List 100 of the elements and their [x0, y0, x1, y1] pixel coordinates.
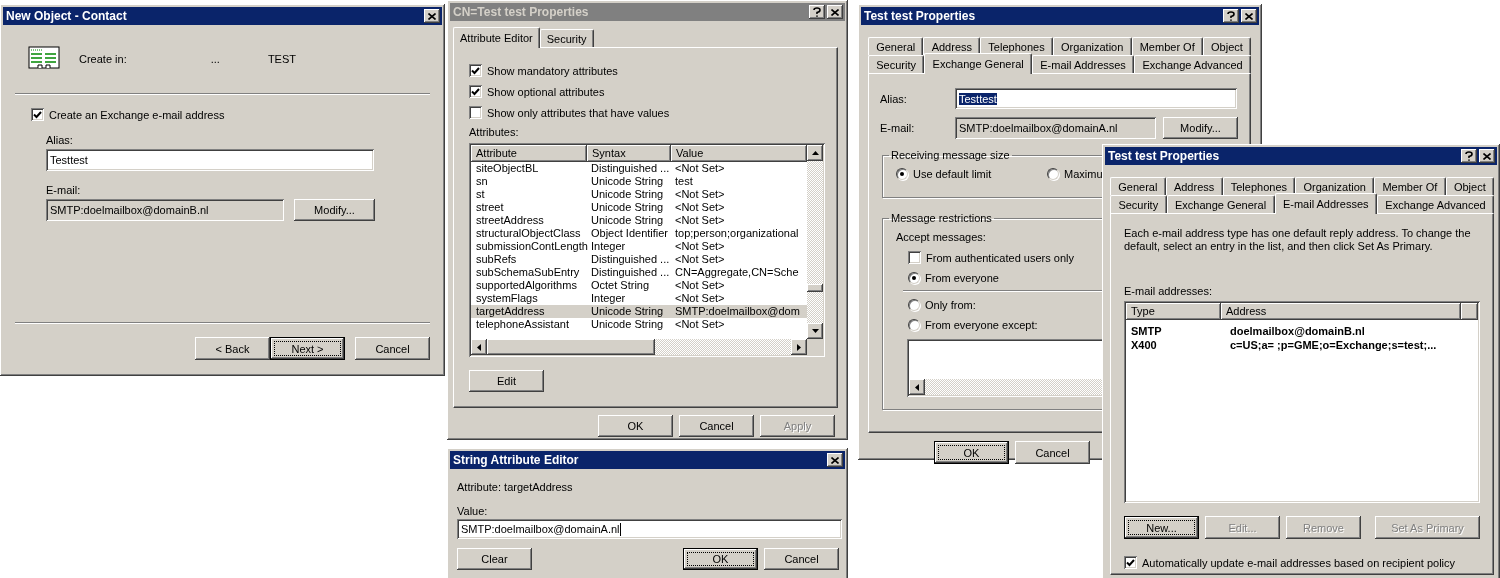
table-row[interactable]: targetAddress Unicode String SMTP:doelmailbox@dom: [471, 305, 807, 318]
table-cell-text: <Not Set>: [674, 162, 726, 175]
window-title: CN=Test test Properties: [453, 5, 590, 19]
table-cell-text: Octet String: [590, 279, 651, 292]
alias-field[interactable]: Testtest: [955, 88, 1237, 109]
close-button[interactable]: [1479, 149, 1495, 163]
table-row[interactable]: subSchemaSubEntry Distinguished ... CN=Aggregate,CN=Sche: [471, 266, 807, 279]
radio-button[interactable]: [908, 319, 920, 331]
table-cell-text: Unicode String: [590, 201, 665, 214]
column-header[interactable]: [1461, 303, 1478, 320]
horizontal-scrollbar[interactable]: [471, 339, 807, 355]
tab[interactable]: Security: [1110, 195, 1167, 213]
column-header[interactable]: Syntax: [587, 145, 671, 162]
column-header[interactable]: Attribute: [471, 145, 587, 162]
table-cell-text: street: [475, 201, 505, 214]
vertical-scrollbar[interactable]: [807, 145, 823, 339]
dialog-button[interactable]: Cancel: [355, 337, 430, 360]
scroll-up-button[interactable]: [807, 145, 823, 161]
scroll-thumb[interactable]: [487, 339, 655, 355]
checkbox[interactable]: [469, 85, 482, 98]
table-cell-text: CN=Aggregate,CN=Sche: [674, 266, 800, 279]
scroll-left-button[interactable]: [909, 379, 925, 395]
dialog-button[interactable]: Cancel: [679, 415, 754, 437]
tab[interactable]: Security: [868, 55, 925, 73]
tab[interactable]: Exchange General: [1166, 195, 1275, 213]
table-row[interactable]: sn Unicode String test: [471, 175, 807, 188]
tab[interactable]: Attribute Editor: [453, 27, 540, 48]
scroll-down-button[interactable]: [807, 323, 823, 339]
tab[interactable]: Object: [1445, 177, 1494, 195]
checkbox[interactable]: [908, 251, 921, 264]
checkbox[interactable]: [31, 108, 44, 121]
group-label: Message restrictions: [890, 212, 993, 224]
table-row[interactable]: submissionContLength Integer <Not Set>: [471, 240, 807, 253]
checkbox[interactable]: [469, 64, 482, 77]
radio-button[interactable]: [908, 272, 920, 284]
close-button[interactable]: [827, 5, 843, 19]
help-button[interactable]: [809, 5, 825, 19]
radio-button[interactable]: [896, 168, 908, 180]
tab[interactable]: Exchange General: [924, 53, 1032, 74]
tab[interactable]: E-mail Addresses: [1274, 193, 1377, 214]
checkbox[interactable]: [469, 106, 482, 119]
tab[interactable]: Address: [1165, 177, 1223, 195]
horizontal-scrollbar[interactable]: [909, 379, 1105, 395]
table-row[interactable]: siteObjectBL Distinguished ... <Not Set>: [471, 162, 807, 175]
table-row[interactable]: structuralObjectClass Object Identifier top;person;organizational: [471, 227, 807, 240]
table-cell-text: X400: [1130, 338, 1158, 352]
modify-button[interactable]: Modify...: [294, 199, 375, 221]
table-row[interactable]: streetAddress Unicode String <Not Set>: [471, 214, 807, 227]
tab[interactable]: Telephones: [1222, 177, 1296, 195]
table-row[interactable]: street Unicode String <Not Set>: [471, 201, 807, 214]
table-cell-text: structuralObjectClass: [475, 227, 582, 240]
table-row[interactable]: subRefs Distinguished ... <Not Set>: [471, 253, 807, 266]
dialog-button[interactable]: OK: [598, 415, 673, 437]
modify-button[interactable]: Modify...: [1163, 117, 1238, 139]
table-row[interactable]: telephoneAssistant Unicode String <Not Set>: [471, 318, 807, 331]
tab[interactable]: E-mail Addresses: [1032, 55, 1135, 73]
tab[interactable]: General: [1110, 177, 1166, 195]
email-field[interactable]: SMTP:doelmailbox@domainA.nl: [955, 117, 1156, 139]
clear-button[interactable]: Clear: [457, 548, 532, 570]
tab[interactable]: General: [868, 37, 924, 55]
tab[interactable]: Exchange Advanced: [1134, 55, 1252, 73]
close-button[interactable]: [1241, 9, 1257, 23]
edit-button[interactable]: Edit: [469, 370, 544, 392]
tab[interactable]: Object: [1202, 37, 1252, 55]
email-field[interactable]: SMTP:doelmailbox@domainB.nl: [46, 199, 284, 221]
dialog-button[interactable]: Cancel: [764, 548, 839, 570]
dialog-button[interactable]: OK: [683, 548, 758, 570]
table-cell-text: Distinguished ...: [590, 162, 671, 175]
table-cell-text: Integer: [590, 292, 627, 305]
tab[interactable]: Exchange Advanced: [1376, 195, 1495, 213]
tab[interactable]: Security: [539, 29, 594, 47]
radio-button[interactable]: [1047, 168, 1059, 180]
column-header[interactable]: Value: [671, 145, 807, 162]
radio-button[interactable]: [908, 299, 920, 311]
tab[interactable]: Member Of: [1374, 177, 1446, 195]
dialog-button[interactable]: Next >: [270, 337, 345, 360]
close-button[interactable]: [827, 453, 843, 467]
dialog-button[interactable]: < Back: [195, 337, 270, 360]
scroll-thumb[interactable]: [807, 284, 823, 293]
table-row[interactable]: st Unicode String <Not Set>: [471, 188, 807, 201]
close-button[interactable]: [424, 9, 440, 23]
tab[interactable]: Organization: [1052, 37, 1132, 55]
dialog-button[interactable]: OK: [934, 441, 1009, 464]
dialog-button[interactable]: New...: [1124, 516, 1199, 539]
table-row[interactable]: supportedAlgorithms Octet String <Not Set>: [471, 279, 807, 292]
alias-field[interactable]: Testtest: [46, 149, 374, 171]
value-field[interactable]: SMTP:doelmailbox@domainA.nl: [457, 519, 842, 539]
help-button[interactable]: [1461, 149, 1477, 163]
tab[interactable]: Member Of: [1131, 37, 1203, 55]
scroll-left-button[interactable]: [471, 339, 487, 355]
help-button[interactable]: [1223, 9, 1239, 23]
checkbox[interactable]: [1124, 556, 1137, 569]
column-header[interactable]: Address: [1221, 303, 1461, 320]
contact-card-icon: [28, 46, 60, 72]
scroll-right-button[interactable]: [791, 339, 807, 355]
table-row[interactable]: systemFlags Integer <Not Set>: [471, 292, 807, 305]
column-header[interactable]: Type: [1126, 303, 1221, 320]
tab[interactable]: Telephones: [980, 37, 1053, 55]
list-label: Attributes:: [469, 126, 519, 138]
dialog-button[interactable]: Cancel: [1015, 441, 1090, 464]
